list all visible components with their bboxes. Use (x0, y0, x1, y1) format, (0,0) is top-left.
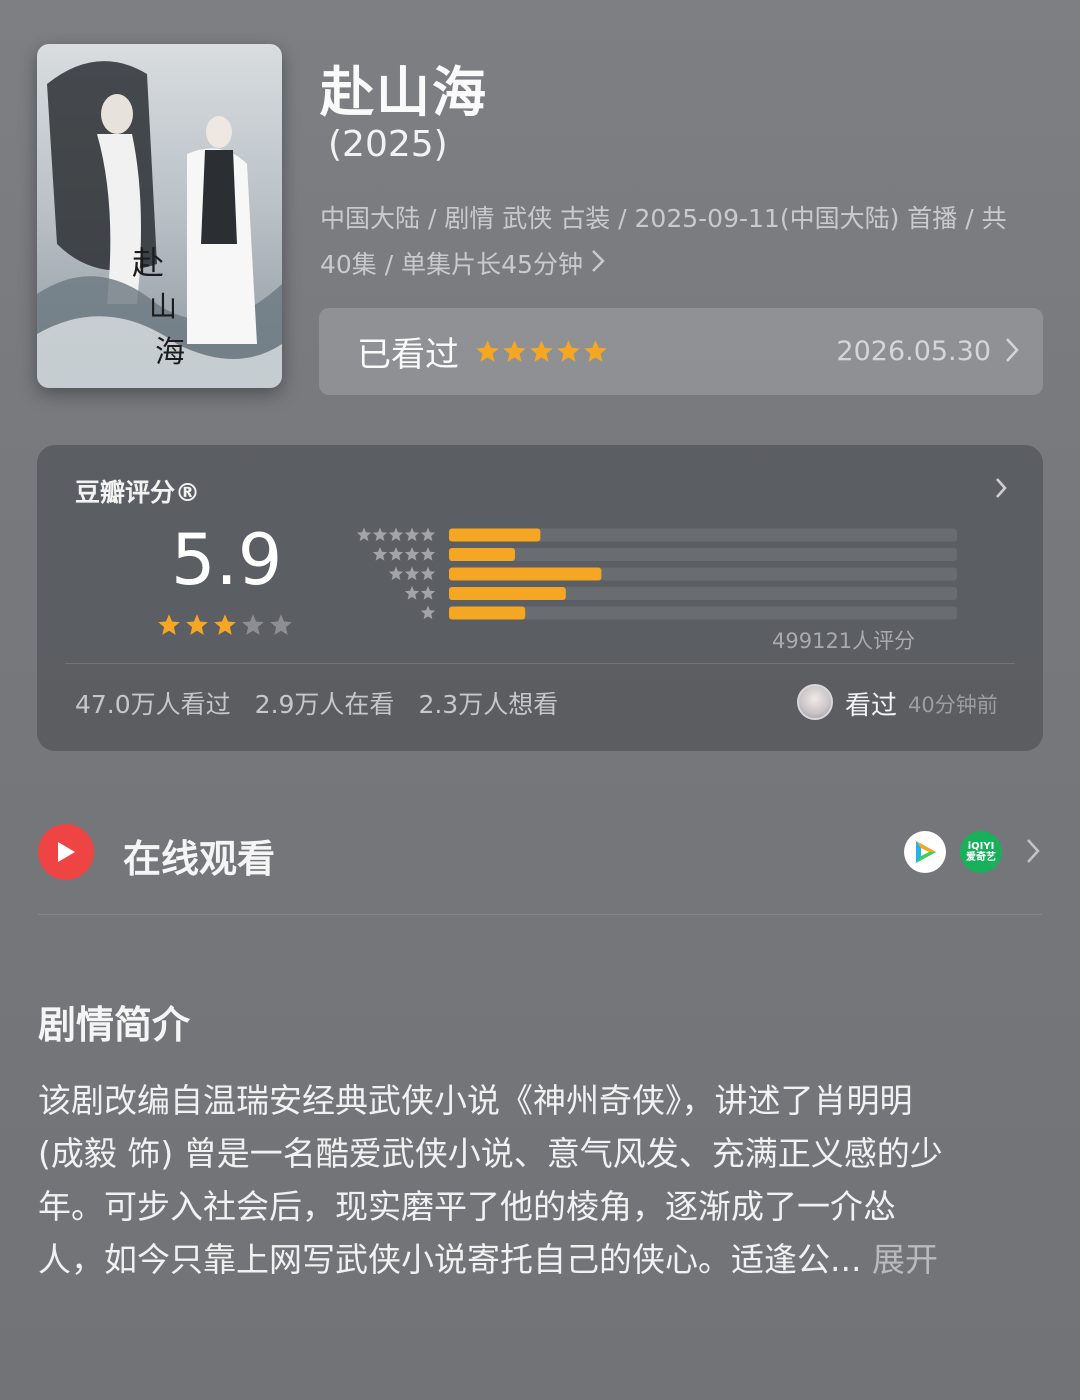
distribution-bar-4-star (449, 548, 515, 561)
my-rating-stars (475, 339, 608, 364)
star-icon (557, 340, 580, 362)
synopsis-line: (成毅 饰) 曾是一名酷爱武侠小说、意气风发、充满正义感的少 (38, 1134, 943, 1173)
iqiyi-text-cn: 爱奇艺 (966, 852, 996, 863)
distribution-track (449, 606, 957, 620)
star-icon (158, 614, 180, 635)
svg-text:山: 山 (149, 290, 177, 323)
distribution-bar-2-star (449, 587, 566, 600)
distribution-star-icon (388, 547, 404, 561)
chevron-right-icon (995, 477, 1007, 503)
play-icon[interactable] (38, 824, 94, 880)
star-icon (584, 340, 607, 362)
star-icon (476, 340, 499, 362)
stat-watched[interactable]: 47.0万人看过 (75, 685, 231, 721)
distribution-star-icon (420, 547, 436, 561)
distribution-star-icon (404, 547, 420, 561)
star-icon (242, 614, 264, 635)
synopsis-line: 年。可步入社会后，现实磨平了他的棱角，逐渐成了一介怂 (38, 1187, 896, 1226)
show-meta[interactable]: 中国大陆 / 剧情 武侠 古装 / 2025-09-11(中国大陆) 首播 / … (320, 196, 1050, 288)
rating-count: 499121人评分 (772, 629, 916, 653)
watched-label: 已看过 (357, 335, 459, 375)
distribution-star-icon (356, 527, 372, 542)
distribution-star-icon (420, 566, 436, 581)
meta-line-2: 40集 / 单集片长45分钟 (320, 250, 583, 279)
synopsis-line-last: 人，如今只靠上网写武侠小说寄托自己的侠心。适逢公... 展开 (38, 1233, 1048, 1286)
rating-score: 5.9 (171, 519, 283, 601)
divider (65, 663, 1015, 664)
distribution-star-icon (372, 527, 388, 542)
online-watch-label[interactable]: 在线观看 (123, 828, 275, 883)
distribution-star-icon (388, 566, 404, 581)
synopsis-title: 剧情简介 (38, 1003, 191, 1047)
avatar[interactable] (797, 684, 833, 720)
star-icon (214, 614, 236, 635)
svg-text:海: 海 (155, 335, 185, 370)
show-title: 赴山海 (320, 61, 488, 124)
watched-status-bar[interactable]: 已看过 2026.05.30 (319, 308, 1043, 395)
distribution-star-icon (404, 586, 420, 600)
distribution-star-icon (420, 605, 436, 620)
tencent-video-icon[interactable] (904, 831, 946, 873)
stat-want[interactable]: 2.3万人想看 (418, 685, 558, 721)
distribution-track (449, 548, 957, 561)
show-year: (2025) (328, 124, 448, 165)
rating-score-stars (157, 613, 293, 637)
expand-link[interactable]: 展开 (872, 1240, 938, 1279)
stat-watching[interactable]: 2.9万人在看 (255, 685, 395, 721)
audience-stats: 47.0万人看过 2.9万人在看 2.3万人想看 (75, 685, 558, 721)
distribution-star-icon (404, 566, 420, 581)
poster-image[interactable]: 赴 山 海 (37, 44, 282, 388)
rating-title: 豆瓣评分® (75, 478, 201, 507)
friend-seen-time: 40分钟前 (908, 693, 998, 717)
chevron-right-icon[interactable] (1026, 838, 1040, 868)
watched-date: 2026.05.30 (836, 336, 991, 367)
synopsis-line: 该剧改编自温瑞安经典武侠小说《神州奇侠》，讲述了肖明明 (38, 1081, 913, 1120)
svg-text:赴: 赴 (132, 244, 164, 282)
divider (38, 914, 1042, 915)
chevron-right-icon (591, 242, 605, 288)
distribution-star-icon (420, 527, 436, 542)
synopsis-line-text: 人，如今只靠上网写武侠小说寄托自己的侠心。适逢公... (38, 1240, 862, 1279)
distribution-star-icon (404, 527, 420, 542)
star-icon (186, 614, 208, 635)
star-icon (503, 340, 526, 362)
iqiyi-icon[interactable]: iQIYI 爱奇艺 (960, 831, 1002, 873)
distribution-bar-5-star (449, 528, 541, 542)
star-icon (270, 614, 292, 635)
distribution-bar-3-star (449, 567, 602, 581)
iqiyi-text: iQIYI (967, 841, 995, 852)
distribution-bar-1-star (449, 606, 526, 620)
chevron-right-icon (1005, 337, 1019, 367)
star-icon (530, 340, 553, 362)
distribution-star-icon (372, 547, 388, 561)
synopsis-body: 该剧改编自温瑞安经典武侠小说《神州奇侠》，讲述了肖明明 (成毅 饰) 曾是一名酷… (38, 1074, 1048, 1286)
rating-distribution-chart (356, 527, 957, 620)
friend-seen-label: 看过 (845, 691, 898, 721)
distribution-star-icon (388, 527, 404, 542)
meta-line-1: 中国大陆 / 剧情 武侠 古装 / 2025-09-11(中国大陆) 首播 / … (320, 204, 1007, 233)
douban-rating-card[interactable]: 豆瓣评分® 5.9 499121人评分 47.0万人看过 2.9万人在看 2.3… (37, 445, 1043, 751)
distribution-star-icon (420, 586, 436, 600)
